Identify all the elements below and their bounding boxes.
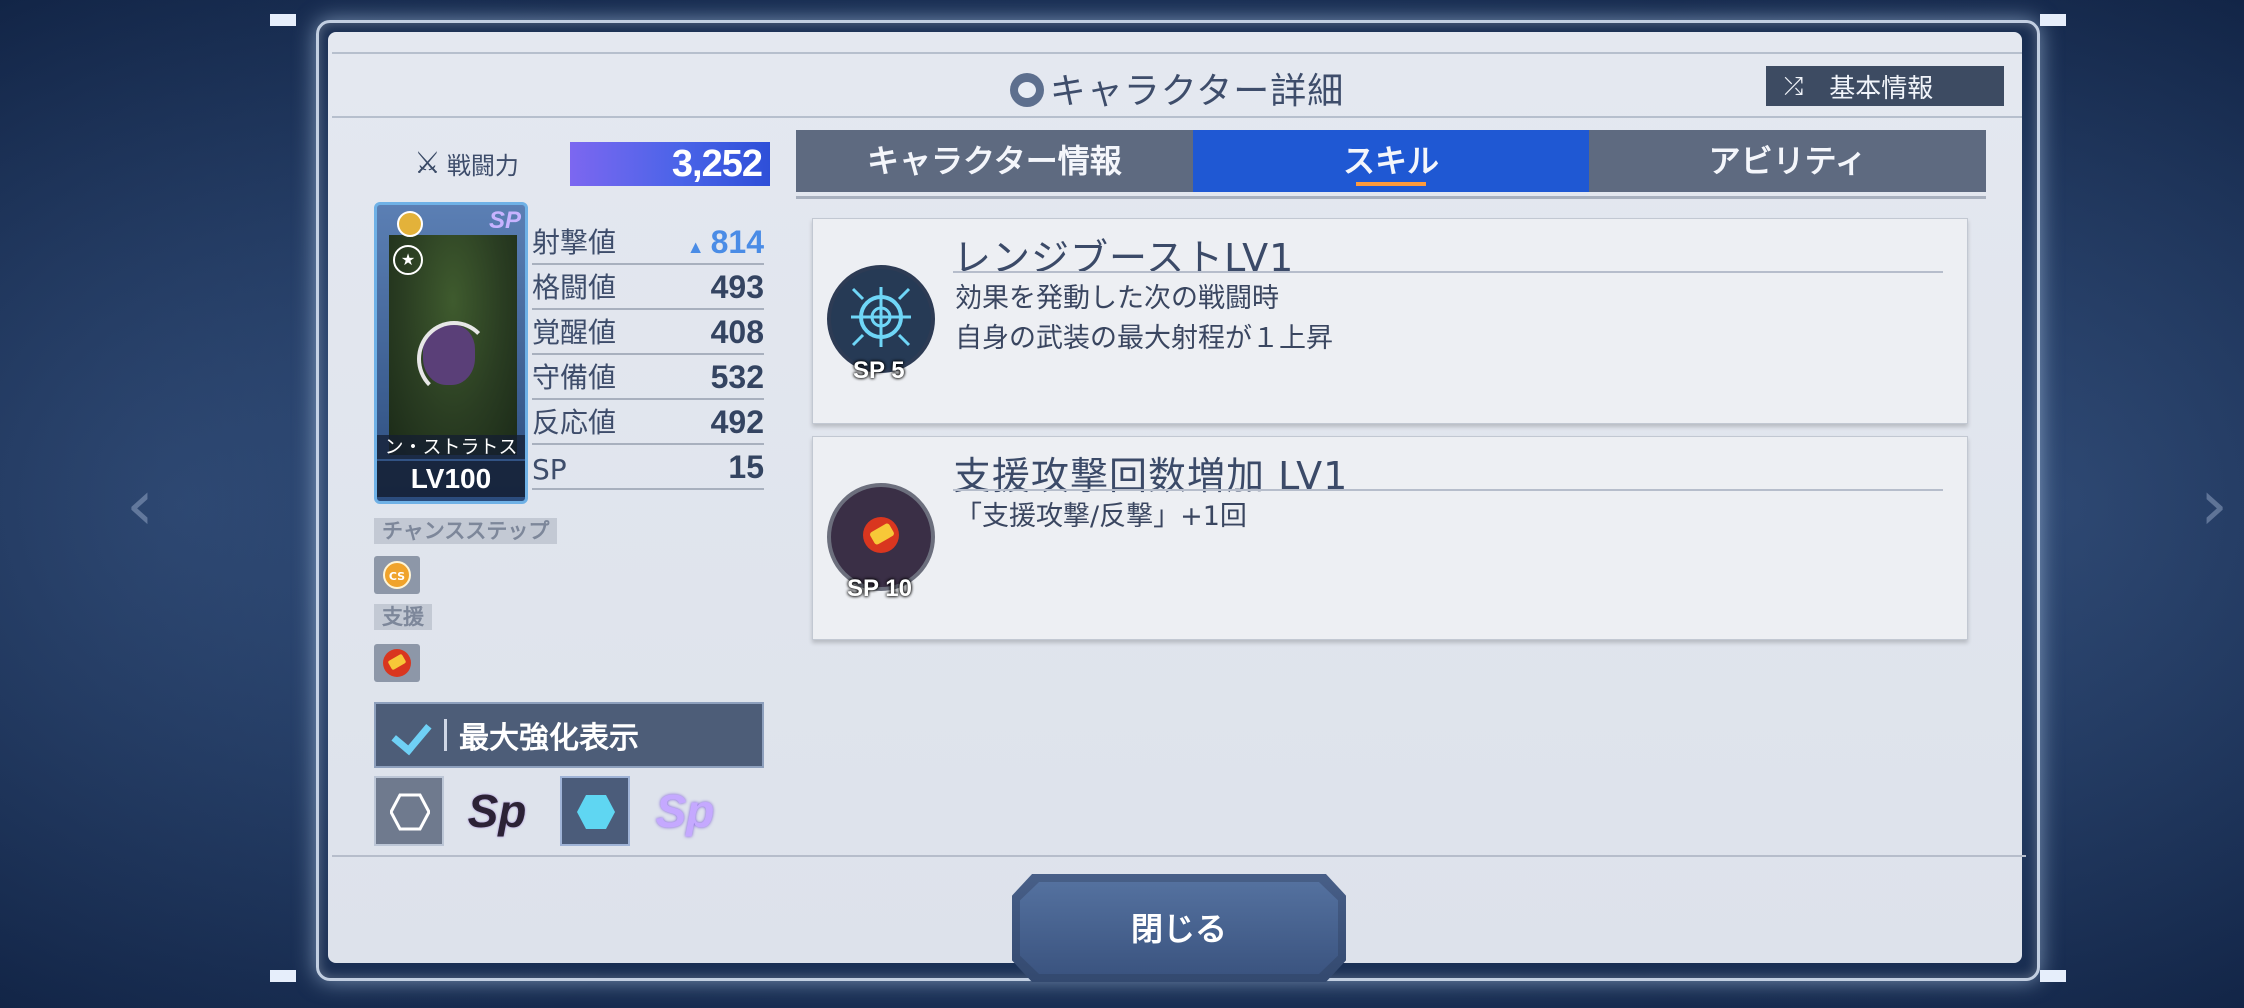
skill-card-support-attack[interactable]: 支援攻撃回数増加 LV1 「支援攻撃/反撃」+1回 SP 10 [812, 436, 1968, 640]
stat-value-text: 814 [710, 224, 764, 260]
skill-title-divider [953, 271, 1943, 273]
stat-name: SP [532, 453, 567, 486]
boost-arrow-icon: ▲ [686, 237, 705, 257]
next-arrow-icon[interactable]: › [2184, 470, 2244, 540]
character-card[interactable]: ★ SP ン・ストラトス LV100 [374, 202, 528, 504]
max-enhance-toggle[interactable]: 最大強化表示 [374, 702, 764, 768]
close-button[interactable]: 閉じる [1012, 874, 1346, 982]
stat-name: 射撃値 [532, 226, 617, 259]
hexagon-icon[interactable] [374, 776, 444, 846]
sp-badge: SP [488, 207, 521, 234]
support-attack-icon: SP 10 [827, 483, 935, 602]
tab-ability[interactable]: アビリティ [1589, 130, 1987, 192]
cs-icon: CS [383, 561, 411, 589]
stat-row-melee: 格闘値 493 [532, 265, 764, 310]
skill-title-divider [953, 489, 1943, 491]
basic-info-button[interactable]: ⤮ 基本情報 [1766, 66, 2004, 106]
stat-value: 15 [728, 449, 764, 485]
stat-row-defense: 守備値 532 [532, 355, 764, 400]
checkmark-icon [390, 715, 438, 755]
power-value: 3,252 [671, 143, 763, 185]
frame-corner [270, 970, 296, 982]
tab-active-underline [1356, 182, 1426, 186]
stat-name: 反応値 [532, 406, 617, 439]
basic-info-label: 基本情報 [1829, 73, 1934, 104]
skill-sp-cost: SP 5 [853, 357, 905, 384]
tab-label: キャラクター情報 [866, 142, 1122, 180]
skill-title: レンジブーストLV1 [953, 236, 1295, 280]
page-title-text: キャラクター詳細 [1049, 71, 1345, 112]
skill-sp-cost: SP 10 [847, 575, 912, 602]
sp-color-icon[interactable]: Sp [650, 776, 720, 846]
rank-badge-icon [397, 211, 423, 237]
power-bar: 3,252 [570, 142, 770, 186]
support-slot[interactable] [374, 644, 420, 682]
tab-bar: キャラクター情報 スキル アビリティ [796, 130, 1987, 192]
frame-corner [270, 14, 296, 26]
character-level: LV100 [377, 461, 525, 497]
stat-name: 守備値 [532, 361, 617, 394]
tab-divider [796, 196, 1986, 199]
stat-value: 532 [710, 359, 764, 395]
max-enhance-label: 最大強化表示 [459, 721, 639, 756]
toggle-separator [444, 719, 447, 751]
skill-card-range-boost[interactable]: レンジブーストLV1 効果を発動した次の戦闘時 自身の武装の最大射程が１上昇 S… [812, 218, 1968, 424]
stat-name: 覚醒値 [532, 316, 617, 349]
star-icon: ★ [393, 245, 423, 275]
power-label-text: 戦闘力 [446, 152, 519, 180]
close-button-label: 閉じる [1130, 910, 1227, 948]
hexagon-solid-icon [577, 795, 615, 829]
tab-skill[interactable]: スキル [1192, 130, 1590, 192]
hexagon-outline-icon [390, 793, 430, 831]
character-name: ン・ストラトス [377, 435, 525, 459]
skill-title: 支援攻撃回数増加 LV1 [953, 454, 1349, 498]
power-label: ⚔ 戦闘力 [414, 146, 519, 181]
skill-description: 効果を発動した次の戦闘時 自身の武装の最大射程が１上昇 [955, 283, 1333, 354]
crossed-swords-icon: ⚔ [414, 146, 441, 181]
stat-value: ▲ 814 [687, 224, 764, 261]
support-attack-icon [383, 649, 411, 677]
stat-value: 493 [710, 269, 764, 305]
chance-step-slot[interactable]: CS [374, 556, 420, 594]
footer-divider [332, 855, 2026, 857]
stat-row-shooting: 射撃値 ▲ 814 [532, 220, 764, 265]
tab-character-info[interactable]: キャラクター情報 [796, 130, 1193, 192]
shuffle-icon: ⤮ [1784, 72, 1804, 100]
stat-name: 格闘値 [532, 271, 617, 304]
crosshair-graphic [851, 287, 911, 347]
character-icon [1009, 73, 1044, 107]
frame-corner [2040, 14, 2066, 26]
sp-dark-icon[interactable]: Sp [462, 776, 532, 846]
crosshair-icon: SP 5 [827, 265, 935, 384]
support-label: 支援 [374, 604, 432, 630]
chance-step-label: チャンスステップ [374, 518, 558, 544]
skill-description: 「支援攻撃/反撃」+1回 [955, 501, 1247, 532]
stat-row-awakening: 覚醒値 408 [532, 310, 764, 355]
frame-corner [2040, 970, 2066, 982]
stat-value: 408 [710, 314, 764, 350]
prev-arrow-icon[interactable]: ‹ [110, 470, 170, 540]
portrait-helmet [417, 321, 491, 397]
stat-row-sp: SP 15 [532, 445, 764, 490]
tab-label: スキル [1343, 142, 1440, 180]
tab-label: アビリティ [1708, 142, 1867, 180]
stat-value: 492 [710, 404, 764, 440]
stat-row-reaction: 反応値 492 [532, 400, 764, 445]
stats-list: 射撃値 ▲ 814 格闘値 493 覚醒値 408 守備値 532 反応値 492… [532, 220, 764, 490]
hexagon-filled-icon[interactable] [560, 776, 630, 846]
